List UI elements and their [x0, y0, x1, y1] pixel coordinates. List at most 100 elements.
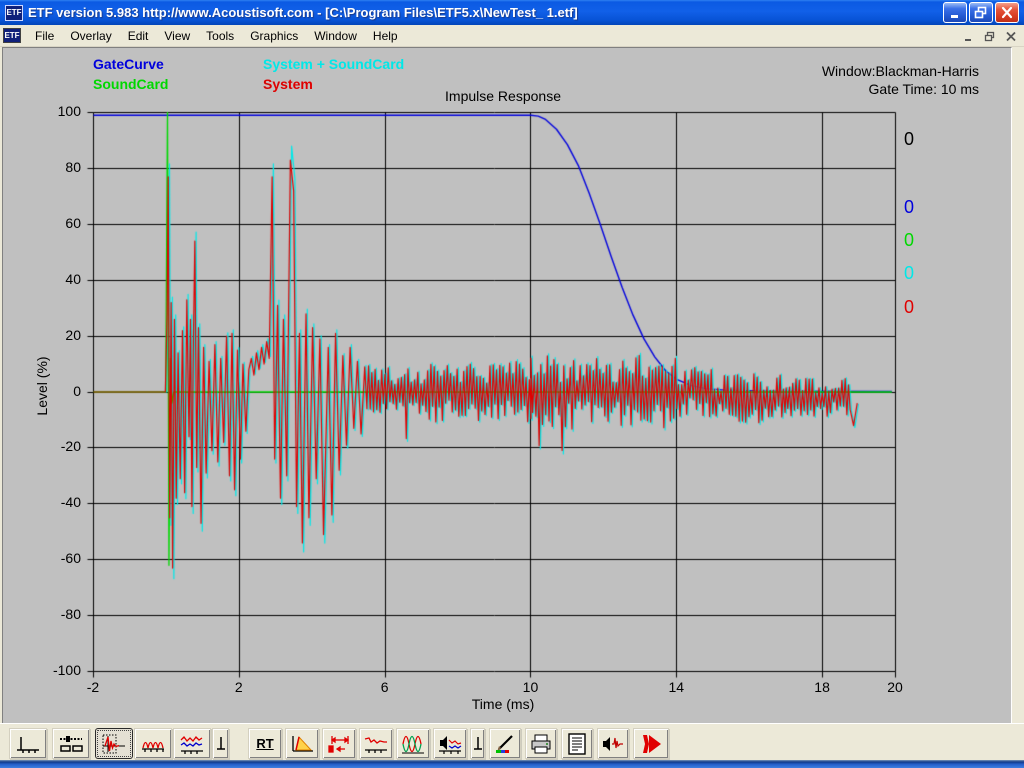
- legend-soundcard: SoundCard: [93, 76, 168, 92]
- x-tick-label: 10: [508, 679, 552, 695]
- title-bar: ETF ETF version 5.983 http://www.Acousti…: [0, 0, 1024, 25]
- toolbar-button-gate-time[interactable]: [322, 728, 356, 759]
- menu-edit[interactable]: Edit: [120, 26, 157, 46]
- speaker-impulse-icon: [600, 732, 626, 756]
- phase-icon: [399, 732, 427, 756]
- legend-gatecurve: GateCurve: [93, 56, 164, 72]
- mdi-restore-icon: [984, 31, 996, 42]
- menu-help[interactable]: Help: [365, 26, 406, 46]
- window-function-label: Window:Blackman-Harris: [822, 62, 979, 80]
- chart-title: Impulse Response: [445, 88, 561, 104]
- y-tick-label: -80: [35, 606, 81, 622]
- menu-tools[interactable]: Tools: [198, 26, 242, 46]
- curve-offset-marker: 0: [904, 230, 914, 250]
- y-tick-label: 100: [35, 103, 81, 119]
- frequency-response-icon: [178, 732, 206, 756]
- toolbar-button-sine-sweep[interactable]: [134, 728, 172, 759]
- toolbar: RT: [0, 723, 1024, 761]
- x-tick-label: 18: [800, 679, 844, 695]
- y-tick-label: -20: [35, 438, 81, 454]
- toolbar-button-small-axis2[interactable]: [470, 728, 485, 759]
- mdi-system-menu-icon[interactable]: ETF: [3, 28, 21, 43]
- restore-button[interactable]: [969, 2, 993, 23]
- menu-overlay[interactable]: Overlay: [62, 26, 119, 46]
- window-title: ETF version 5.983 http://www.Acoustisoft…: [28, 5, 943, 20]
- y-tick-label: 20: [35, 327, 81, 343]
- y-tick-label: 80: [35, 159, 81, 175]
- impulse-response-plot[interactable]: [3, 48, 1013, 724]
- y-tick-label: -40: [35, 494, 81, 510]
- mdi-window-controls: [960, 28, 1020, 44]
- toolbar-button-frequency-response[interactable]: [173, 728, 211, 759]
- y-tick-label: 60: [35, 215, 81, 231]
- speaker-response-icon: [436, 732, 464, 756]
- x-tick-label: 20: [873, 679, 917, 695]
- toolbar-button-sliders[interactable]: [52, 728, 90, 759]
- y-tick-label: -100: [35, 662, 81, 678]
- close-icon: [1000, 6, 1014, 19]
- mdi-minimize-button[interactable]: [960, 28, 978, 44]
- toolbar-button-print[interactable]: [525, 728, 557, 759]
- toolbar-button-document[interactable]: [561, 728, 593, 759]
- x-axis-title: Time (ms): [472, 696, 534, 712]
- small-axis-icon: [214, 732, 227, 756]
- gate-time-label: Gate Time: 10 ms: [822, 80, 979, 98]
- sliders-icon: [57, 732, 85, 756]
- toolbar-button-impulse-response[interactable]: [95, 728, 133, 759]
- toolbar-button-speaker-response[interactable]: [433, 728, 467, 759]
- menu-file[interactable]: File: [27, 26, 62, 46]
- gate-time-icon: [325, 732, 353, 756]
- y-tick-label: -60: [35, 550, 81, 566]
- y-tick-label: 0: [35, 383, 81, 399]
- toolbar-button-play[interactable]: [633, 728, 669, 759]
- rt-text: RT: [256, 736, 273, 751]
- menu-bar: ETF File Overlay Edit View Tools Graphic…: [0, 25, 1024, 47]
- toolbar-button-color-settings[interactable]: [489, 728, 521, 759]
- x-tick-label: 14: [654, 679, 698, 695]
- document-icon: [564, 732, 590, 756]
- mdi-restore-button[interactable]: [981, 28, 999, 44]
- menu-window[interactable]: Window: [306, 26, 365, 46]
- restore-icon: [974, 6, 988, 19]
- curve-offset-marker: 0: [904, 297, 914, 317]
- sine-sweep-icon: [139, 732, 167, 756]
- axis-step-icon: [14, 732, 42, 756]
- chart-area: GateCurve SoundCard System + SoundCard S…: [2, 47, 1012, 723]
- menu-view[interactable]: View: [156, 26, 198, 46]
- color-settings-icon: [492, 732, 518, 756]
- toolbar-button-axis-step[interactable]: [9, 728, 47, 759]
- curve-offset-marker: 0: [904, 263, 914, 283]
- toolbar-button-step-response[interactable]: [359, 728, 393, 759]
- play-icon: [637, 732, 665, 756]
- app-window: ETF ETF version 5.983 http://www.Acousti…: [0, 0, 1024, 768]
- waterfall-icon: [288, 732, 316, 756]
- curve-offset-marker: 0: [904, 197, 914, 217]
- toolbar-button-waterfall[interactable]: [285, 728, 319, 759]
- impulse-response-icon: [100, 732, 128, 756]
- x-tick-label: 2: [217, 679, 261, 695]
- x-tick-label: 6: [363, 679, 407, 695]
- step-response-icon: [362, 732, 390, 756]
- window-controls: [943, 2, 1019, 23]
- small-axis2-icon: [472, 732, 483, 756]
- menu-graphics[interactable]: Graphics: [242, 26, 306, 46]
- toolbar-button-phase[interactable]: [396, 728, 430, 759]
- taskbar-edge[interactable]: [0, 760, 1024, 768]
- toolbar-button-small-axis[interactable]: [212, 728, 229, 759]
- curve-offset-marker: 0: [904, 129, 914, 149]
- toolbar-button-rt[interactable]: RT: [248, 728, 282, 759]
- window-info-block: Window:Blackman-Harris Gate Time: 10 ms: [822, 62, 979, 98]
- app-icon: ETF: [5, 5, 23, 21]
- minimize-button[interactable]: [943, 2, 967, 23]
- print-icon: [528, 732, 554, 756]
- y-tick-label: 40: [35, 271, 81, 287]
- mdi-close-icon: [1005, 31, 1017, 42]
- mdi-close-button[interactable]: [1002, 28, 1020, 44]
- legend-system-soundcard: System + SoundCard: [263, 56, 404, 72]
- minimize-icon: [948, 6, 962, 19]
- x-tick-label: -2: [71, 679, 115, 695]
- toolbar-button-speaker-impulse[interactable]: [597, 728, 629, 759]
- close-button[interactable]: [995, 2, 1019, 23]
- legend-system: System: [263, 76, 313, 92]
- mdi-minimize-icon: [963, 31, 975, 42]
